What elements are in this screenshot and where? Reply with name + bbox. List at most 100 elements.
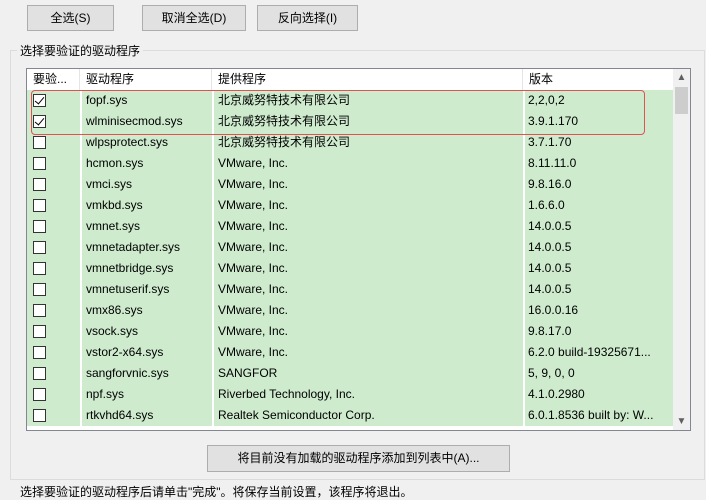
column-separator xyxy=(80,132,82,153)
column-separator xyxy=(80,258,82,279)
table-row[interactable]: rtkvhd64.sys Realtek Semiconductor Corp. 6… xyxy=(27,405,673,426)
provider-name: VMware, Inc. xyxy=(218,303,289,317)
verify-checkbox[interactable] xyxy=(33,388,46,401)
verify-checkbox[interactable] xyxy=(33,325,46,338)
provider-name: VMware, Inc. xyxy=(218,219,289,233)
verify-cell xyxy=(27,195,80,216)
verify-checkbox[interactable] xyxy=(33,262,46,275)
verify-cell xyxy=(27,258,80,279)
column-separator xyxy=(80,279,82,300)
provider-name: Riverbed Technology, Inc. xyxy=(218,387,355,401)
driver-name: hcmon.sys xyxy=(86,156,144,170)
column-separator xyxy=(523,216,525,237)
verify-cell xyxy=(27,342,80,363)
verify-cell xyxy=(27,300,80,321)
column-separator xyxy=(523,405,525,426)
column-separator xyxy=(212,195,214,216)
table-row[interactable]: vsock.sys VMware, Inc. 9.8.17.0 xyxy=(27,321,673,342)
table-row[interactable]: vmnet.sys VMware, Inc. 14.0.0.5 xyxy=(27,216,673,237)
column-separator xyxy=(212,342,214,363)
table-row[interactable]: vmnetuserif.sys VMware, Inc. 14.0.0.5 xyxy=(27,279,673,300)
table-row[interactable]: wlminisecmod.sys 北京威努特技术有限公司 3.9.1.170 xyxy=(27,111,673,132)
column-separator xyxy=(80,321,82,342)
verify-checkbox[interactable] xyxy=(33,283,46,296)
column-header-provider[interactable]: 提供程序 xyxy=(212,69,523,90)
column-separator xyxy=(523,363,525,384)
table-row[interactable]: fopf.sys 北京威努特技术有限公司 2,2,0,2 xyxy=(27,90,673,111)
verify-checkbox[interactable] xyxy=(33,115,46,128)
table-row[interactable]: npf.sys Riverbed Technology, Inc. 4.1.0.29… xyxy=(27,384,673,405)
column-separator xyxy=(523,237,525,258)
column-separator xyxy=(212,405,214,426)
provider-name: SANGFOR xyxy=(218,366,278,380)
verify-cell xyxy=(27,384,80,405)
driver-name: vmnetuserif.sys xyxy=(86,282,170,296)
table-row[interactable]: vstor2-x64.sys VMware, Inc. 6.2.0 build-19… xyxy=(27,342,673,363)
verify-cell xyxy=(27,174,80,195)
scroll-thumb[interactable] xyxy=(675,87,688,114)
provider-name: VMware, Inc. xyxy=(218,156,289,170)
column-separator xyxy=(80,342,82,363)
table-row[interactable]: hcmon.sys VMware, Inc. 8.11.11.0 xyxy=(27,153,673,174)
verify-checkbox[interactable] xyxy=(33,304,46,317)
driver-name: vmnetbridge.sys xyxy=(86,261,174,275)
verify-checkbox[interactable] xyxy=(33,346,46,359)
table-row[interactable]: vmnetadapter.sys VMware, Inc. 14.0.0.5 xyxy=(27,237,673,258)
column-separator xyxy=(523,321,525,342)
column-separator xyxy=(212,363,214,384)
verify-checkbox[interactable] xyxy=(33,136,46,149)
verify-checkbox[interactable] xyxy=(33,220,46,233)
verify-cell xyxy=(27,90,80,111)
verify-cell xyxy=(27,132,80,153)
chevron-down-icon[interactable]: ▼ xyxy=(673,413,690,430)
table-row[interactable]: vmci.sys VMware, Inc. 9.8.16.0 xyxy=(27,174,673,195)
chevron-up-icon[interactable]: ▲ xyxy=(673,69,690,86)
column-separator xyxy=(523,342,525,363)
provider-name: VMware, Inc. xyxy=(218,240,289,254)
invert-selection-button[interactable]: 反向选择(I) xyxy=(257,5,358,31)
driver-name: vsock.sys xyxy=(86,324,139,338)
provider-name: Realtek Semiconductor Corp. xyxy=(218,408,375,422)
column-header-verify[interactable]: 要验... xyxy=(27,69,80,90)
verify-checkbox[interactable] xyxy=(33,94,46,107)
version-text: 1.6.6.0 xyxy=(528,198,565,212)
provider-name: VMware, Inc. xyxy=(218,282,289,296)
column-separator xyxy=(212,279,214,300)
verify-checkbox[interactable] xyxy=(33,241,46,254)
table-row[interactable]: vmnetbridge.sys VMware, Inc. 14.0.0.5 xyxy=(27,258,673,279)
column-separator xyxy=(80,237,82,258)
column-separator xyxy=(212,321,214,342)
select-all-button[interactable]: 全选(S) xyxy=(27,5,114,31)
driver-name: wlpsprotect.sys xyxy=(86,135,169,149)
table-row[interactable]: wlpsprotect.sys 北京威努特技术有限公司 3.7.1.70 xyxy=(27,132,673,153)
driver-name: vmci.sys xyxy=(86,177,132,191)
column-header-version[interactable]: 版本 xyxy=(523,69,673,90)
column-header-driver[interactable]: 驱动程序 xyxy=(80,69,212,90)
verify-checkbox[interactable] xyxy=(33,367,46,380)
table-row[interactable]: sangforvnic.sys SANGFOR 5, 9, 0, 0 xyxy=(27,363,673,384)
group-label: 选择要验证的驱动程序 xyxy=(17,42,144,59)
driver-name: vmnetadapter.sys xyxy=(86,240,181,254)
provider-name: 北京威努特技术有限公司 xyxy=(218,114,351,128)
verify-checkbox[interactable] xyxy=(33,409,46,422)
verify-checkbox[interactable] xyxy=(33,157,46,170)
driver-name: npf.sys xyxy=(86,387,125,401)
deselect-all-button[interactable]: 取消全选(D) xyxy=(142,5,246,31)
driver-list[interactable]: 要验... 驱动程序 提供程序 版本 fopf.sys 北京威努特技术有限公司 2,… xyxy=(26,68,691,431)
column-separator xyxy=(523,132,525,153)
version-text: 6.2.0 build-19325671... xyxy=(528,345,651,359)
vertical-scrollbar[interactable]: ▲ ▼ xyxy=(673,69,690,430)
version-text: 9.8.16.0 xyxy=(528,177,572,191)
table-header: 要验... 驱动程序 提供程序 版本 xyxy=(27,69,673,91)
verify-cell xyxy=(27,321,80,342)
column-separator xyxy=(212,237,214,258)
add-unloaded-drivers-button[interactable]: 将目前没有加载的驱动程序添加到列表中(A)... xyxy=(207,445,510,472)
driver-name: vstor2-x64.sys xyxy=(86,345,164,359)
verify-checkbox[interactable] xyxy=(33,178,46,191)
table-row[interactable]: vmkbd.sys VMware, Inc. 1.6.6.0 xyxy=(27,195,673,216)
verify-checkbox[interactable] xyxy=(33,199,46,212)
verify-cell xyxy=(27,279,80,300)
column-separator xyxy=(80,300,82,321)
table-row[interactable]: vmx86.sys VMware, Inc. 16.0.0.16 xyxy=(27,300,673,321)
version-text: 9.8.17.0 xyxy=(528,324,572,338)
